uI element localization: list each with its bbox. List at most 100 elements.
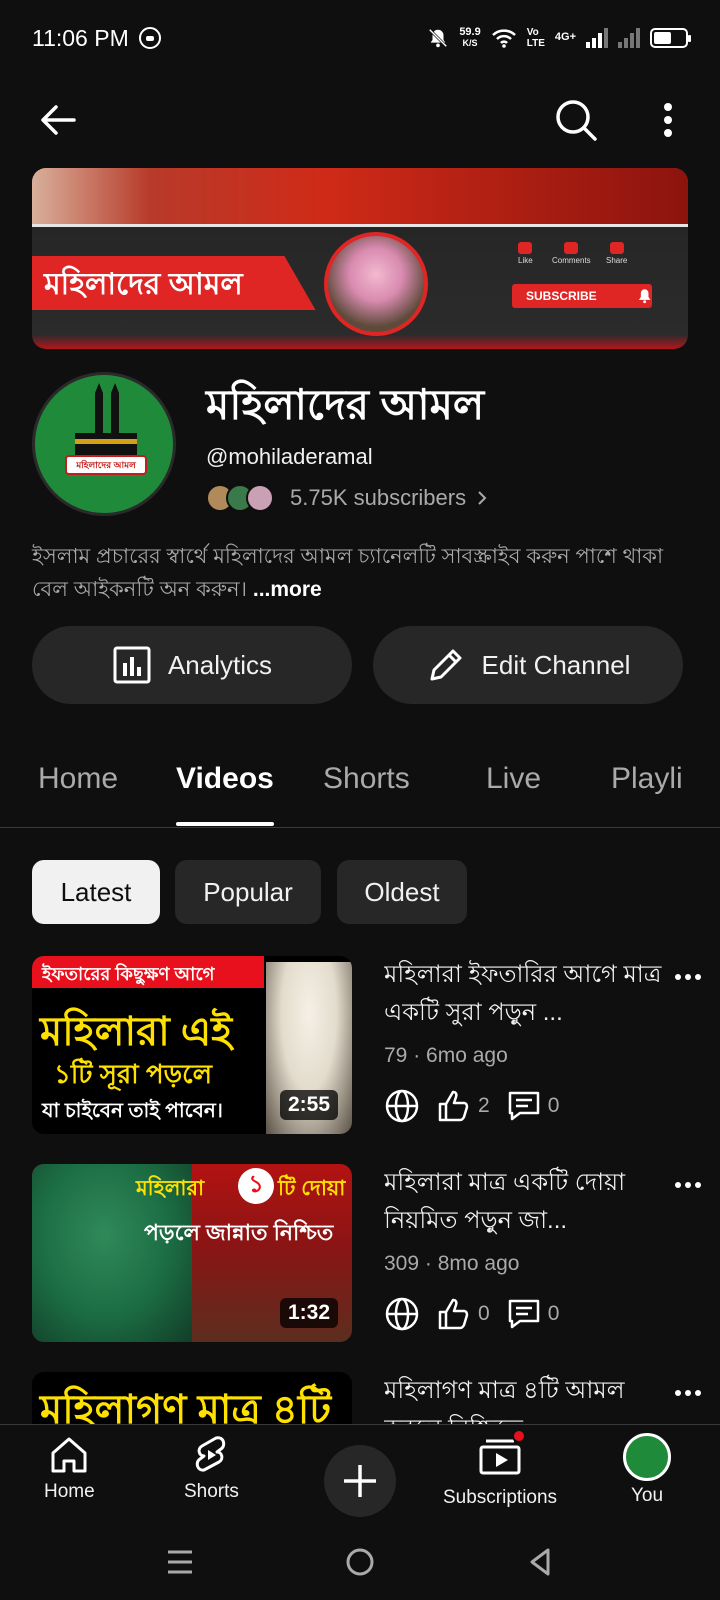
channel-name: মহিলাদের আমল <box>206 381 485 428</box>
thumbnail-text: মহিলারা <box>136 1177 205 1200</box>
analytics-button[interactable]: Analytics <box>32 626 352 704</box>
tab-playlists[interactable]: Playli <box>611 762 683 796</box>
channel-banner: মহিলাদের আমল Like Comments Share SUBSCRI… <box>32 168 688 349</box>
video-title[interactable]: মহিলাগণ মাত্র ৪টি আমল করলে নিশ্চিতে <box>384 1372 664 1424</box>
top-app-bar <box>0 84 720 156</box>
subscriber-count: 5.75K subscribers <box>290 485 467 510</box>
video-item: মহিলারা ১ টি দোয়া পড়লে জান্নাত নিশ্চিত… <box>0 1164 720 1344</box>
thumbnail-text: যা চাইবেন তাই পাবেন। <box>42 1100 223 1122</box>
menu-icon[interactable] <box>164 1546 196 1578</box>
thumbs-up-icon[interactable] <box>436 1296 472 1332</box>
video-more-button[interactable] <box>670 1170 706 1200</box>
video-stats: 0 0 <box>384 1296 559 1332</box>
video-thumbnail[interactable]: মহিলাগণ মাত্র ৪টি <box>32 1372 352 1424</box>
video-item: ইফতারের কিছুক্ষণ আগে মহিলারা এই ১টি সূরা… <box>0 956 720 1136</box>
active-tab-indicator <box>176 822 274 826</box>
banner-subscribe-label: SUBSCRIBE <box>526 289 597 303</box>
thumbnail-text: টি দোয়া <box>278 1177 346 1200</box>
dot <box>695 1182 701 1188</box>
search-icon <box>556 100 597 141</box>
notification-dot <box>512 1429 527 1443</box>
subscribers-link[interactable]: 5.75K subscribers <box>206 484 488 512</box>
nav-you[interactable]: You <box>623 1433 671 1507</box>
subscriptions-icon-wrap <box>478 1429 527 1483</box>
nav-home[interactable]: Home <box>44 1433 95 1503</box>
subscriber-avatar <box>246 484 274 512</box>
thumbnail-number: ১ <box>238 1168 274 1204</box>
analytics-label: Analytics <box>167 649 273 680</box>
video-thumbnail[interactable]: মহিলারা ১ টি দোয়া পড়লে জান্নাত নিশ্চিত… <box>32 1164 352 1342</box>
avatar-label: মহিলাদের আমল <box>65 455 147 475</box>
mosque-icon <box>75 383 137 459</box>
more-options-button[interactable] <box>648 92 688 148</box>
tab-home[interactable]: Home <box>38 762 118 796</box>
video-item: মহিলাগণ মাত্র ৪টি মহিলাগণ মাত্র ৪টি আমল … <box>0 1372 720 1424</box>
comment-icon[interactable] <box>506 1296 542 1332</box>
banner-comments: Comments <box>552 242 591 265</box>
account-avatar <box>623 1433 671 1481</box>
banner-share: Share <box>606 242 627 265</box>
mute-notifications-icon <box>429 28 448 48</box>
chip-oldest[interactable]: Oldest <box>337 860 467 924</box>
volte-indicator: Vo LTE <box>526 27 545 49</box>
video-more-button[interactable] <box>670 1378 706 1408</box>
video-thumbnail[interactable]: ইফতারের কিছুক্ষণ আগে মহিলারা এই ১টি সূরা… <box>32 956 352 1134</box>
network-speed-value: 59.9 <box>459 26 481 38</box>
shorts-icon <box>196 1436 226 1472</box>
search-button[interactable] <box>548 92 604 148</box>
comment-icon[interactable] <box>506 1088 542 1124</box>
home-icon <box>51 1437 87 1473</box>
channel-avatar[interactable]: মহিলাদের আমল <box>32 372 176 516</box>
banner-stripe <box>32 224 688 227</box>
video-duration: 1:32 <box>279 1298 338 1328</box>
dot <box>675 1390 681 1396</box>
globe-icon <box>385 1297 419 1331</box>
chip-popular[interactable]: Popular <box>175 860 321 924</box>
pencil-icon <box>430 649 462 681</box>
status-bar: 11:06 PM 59.9 K/S Vo LTE 4G+ <box>0 0 720 76</box>
channel-description[interactable]: ইসলাম প্রচারের স্বার্থে মহিলাদের আমল চ্য… <box>32 540 692 606</box>
nav-shorts-label: Shorts <box>184 1481 239 1502</box>
system-navigation <box>0 1524 720 1600</box>
edit-channel-button[interactable]: Edit Channel <box>373 626 683 704</box>
chip-latest[interactable]: Latest <box>32 860 160 924</box>
video-meta: 309 · 8mo ago <box>384 1252 520 1275</box>
thumbs-up-icon[interactable] <box>436 1088 472 1124</box>
home-circle-icon[interactable] <box>344 1546 376 1578</box>
channel-handle: @mohiladeramal <box>206 444 373 469</box>
video-title[interactable]: মহিলারা মাত্র একটি দোয়া নিয়মিত পড়ুন জ… <box>384 1164 664 1240</box>
video-more-button[interactable] <box>670 962 706 992</box>
video-stats: 2 0 <box>384 1088 559 1124</box>
network-speed-unit: K/S <box>462 38 478 48</box>
video-title[interactable]: মহিলারা ইফতারির আগে মাত্র একটি সুরা পড়ু… <box>384 956 664 1032</box>
bell-icon <box>638 289 651 304</box>
dot <box>685 1182 691 1188</box>
banner-like: Like <box>518 242 533 265</box>
tab-shorts[interactable]: Shorts <box>323 762 410 796</box>
bottom-navigation: Home Shorts Subscriptions You <box>0 1424 720 1524</box>
create-button[interactable] <box>324 1445 396 1517</box>
network-speed: 59.9 K/S <box>459 27 480 49</box>
thumbnail-text: মহিলাগণ মাত্র ৪টি <box>40 1388 332 1424</box>
back-triangle-icon[interactable] <box>524 1546 556 1578</box>
nav-shorts[interactable]: Shorts <box>184 1433 239 1503</box>
comment-count: 0 <box>547 1302 560 1325</box>
dot <box>695 974 701 980</box>
thumbs-up-icon <box>518 242 533 254</box>
signal-icon <box>586 28 608 48</box>
tab-videos[interactable]: Videos <box>176 762 274 796</box>
tab-live[interactable]: Live <box>486 762 541 796</box>
more-link[interactable]: ...more <box>253 578 322 601</box>
dot <box>675 1182 681 1188</box>
chevron-right-icon <box>478 491 487 505</box>
nav-home-label: Home <box>44 1481 95 1502</box>
thumbnail-text: ইফতারের কিছুক্ষণ আগে <box>32 956 264 988</box>
banner-share-label: Share <box>606 256 628 265</box>
dot <box>695 1390 701 1396</box>
back-button[interactable] <box>30 92 86 148</box>
nav-subscriptions[interactable]: Subscriptions <box>443 1429 557 1509</box>
analytics-icon <box>113 646 151 684</box>
network-type: 4G+ <box>554 31 576 43</box>
thumbnail-text: পড়লে জান্নাত নিশ্চিত <box>144 1220 334 1245</box>
comment-icon <box>564 242 579 254</box>
